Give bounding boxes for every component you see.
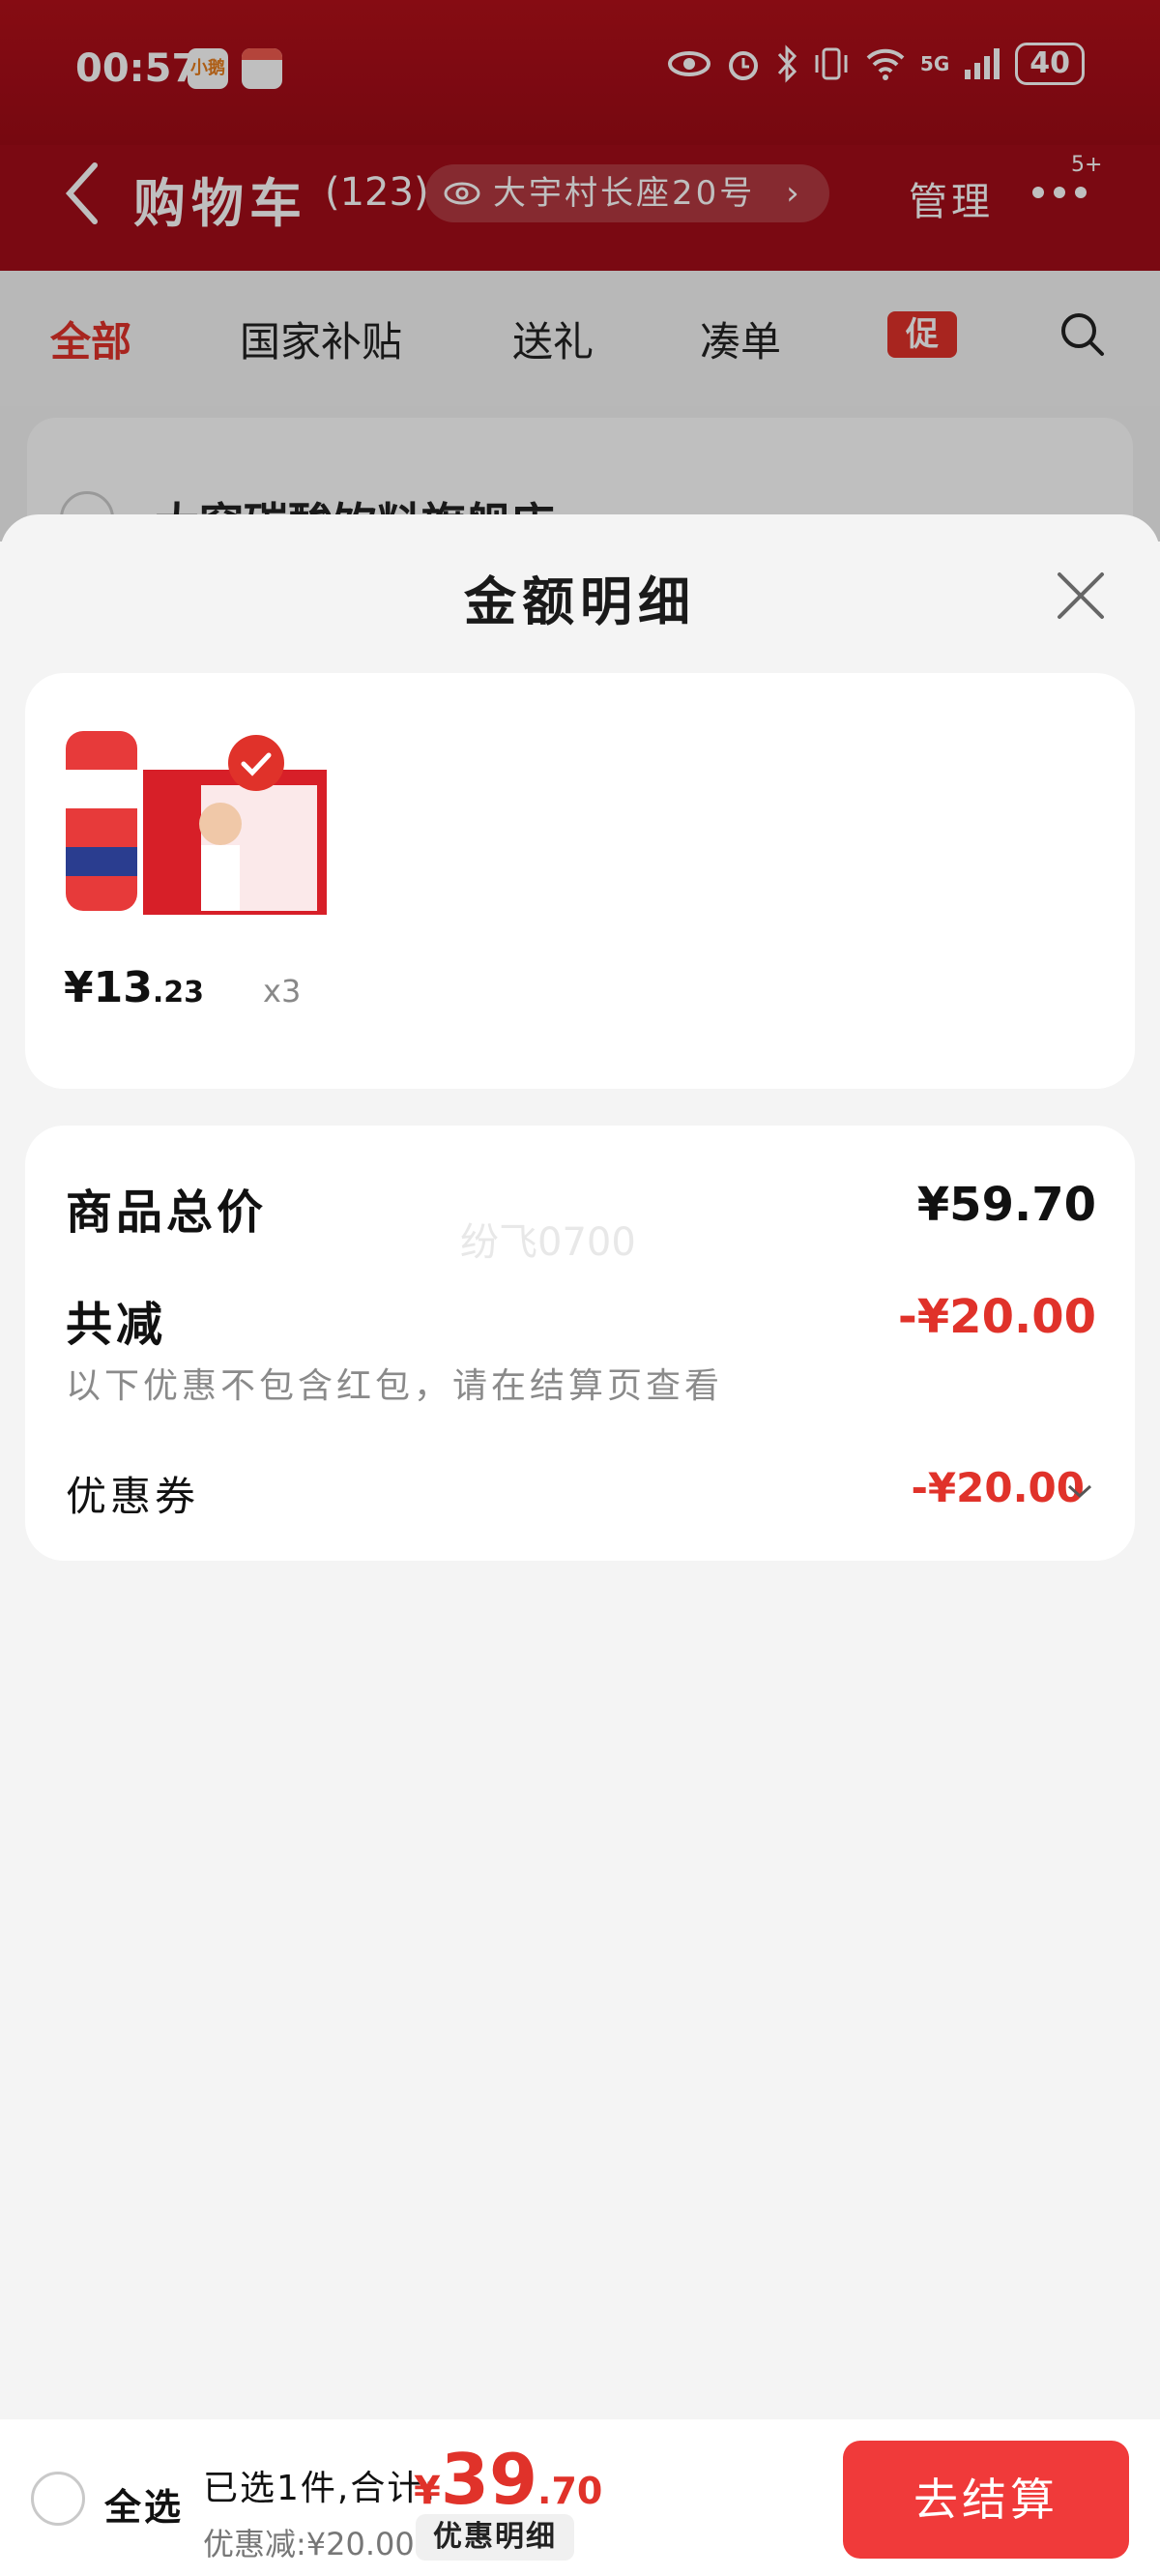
reduction-label: 共减	[66, 1298, 167, 1352]
total-currency: ¥	[414, 2469, 441, 2513]
price-summary-card: 商品总价 ¥59.70 共减 -¥20.00 以下优惠不包含红包，请在结算页查看…	[25, 1126, 1135, 1561]
dim-overlay[interactable]	[0, 0, 1160, 542]
total-price-label: 商品总价	[66, 1186, 268, 1240]
price-decimal: .23	[152, 976, 205, 1010]
sheet-title: 金额明细	[464, 571, 696, 632]
selected-count-text: 已选1件,合计:	[203, 2469, 438, 2508]
total-decimal: .70	[537, 2470, 603, 2512]
chevron-down-icon[interactable]	[1065, 1481, 1094, 1501]
price-integer: ¥13	[64, 963, 153, 1012]
amount-detail-sheet: 金额明细 ¥13.23 x3 商品总价 ¥59.70 共减 -¥20.00 以下…	[0, 514, 1160, 2419]
select-all-checkbox[interactable]	[31, 2472, 85, 2526]
reduction-value: -¥20.00	[897, 1290, 1096, 1344]
checkout-button[interactable]: 去结算	[843, 2441, 1129, 2559]
discount-text: 优惠减:¥20.00	[203, 2526, 415, 2562]
product-card: ¥13.23 x3	[25, 673, 1135, 1089]
total-integer: 39	[440, 2439, 538, 2520]
product-price: ¥13.23	[64, 963, 204, 1012]
selected-check-icon	[228, 735, 284, 791]
product-image[interactable]	[66, 731, 327, 915]
discount-note: 以下优惠不包含红包，请在结算页查看	[66, 1366, 724, 1406]
total-amount: ¥39.70	[414, 2439, 602, 2520]
watermark: 纷飞0700	[460, 1220, 636, 1265]
close-icon[interactable]	[1052, 567, 1110, 625]
product-quantity: x3	[263, 973, 302, 1010]
select-all-label[interactable]: 全选	[104, 2477, 184, 2531]
checkout-bar: 全选 已选1件,合计: ¥39.70 优惠减:¥20.00 优惠明细 去结算	[0, 2419, 1160, 2576]
coupon-value[interactable]: -¥20.00	[911, 1464, 1085, 1511]
coupon-label[interactable]: 优惠券	[66, 1464, 199, 1523]
discount-detail-button[interactable]: 优惠明细	[416, 2514, 574, 2561]
total-price-value: ¥59.70	[916, 1178, 1096, 1232]
